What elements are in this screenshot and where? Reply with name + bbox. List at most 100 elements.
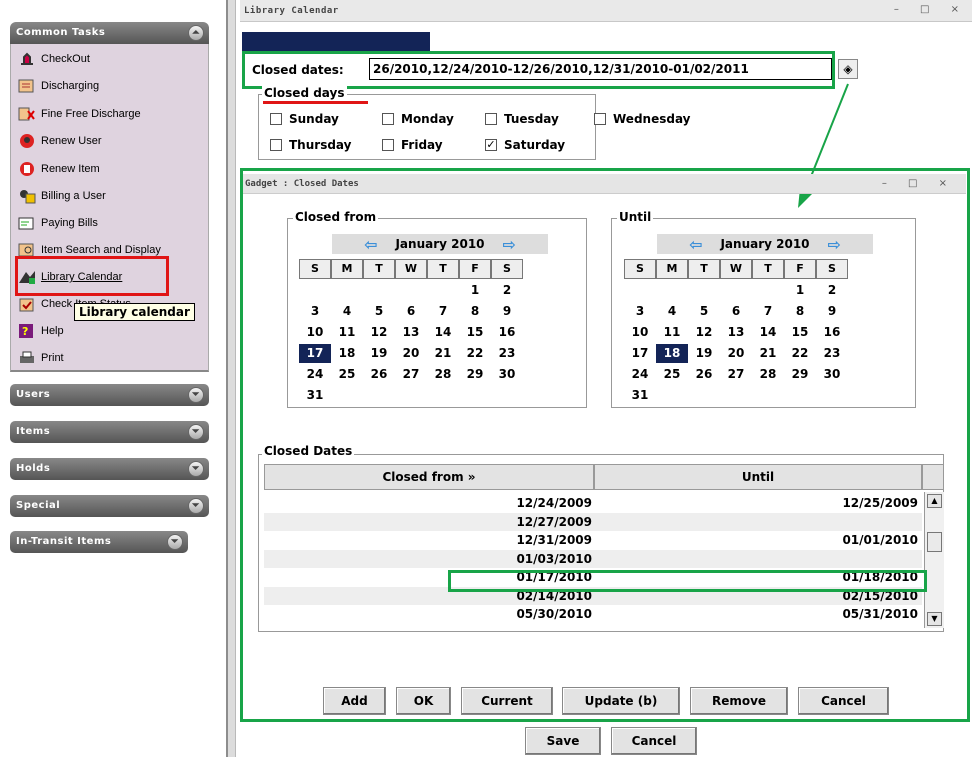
checkbox-box[interactable] (270, 139, 282, 151)
prev-month-icon[interactable]: ⇦ (364, 235, 377, 254)
prev-month-icon[interactable]: ⇦ (689, 235, 702, 254)
calendar-day[interactable]: 27 (720, 365, 752, 384)
next-month-icon[interactable]: ⇨ (503, 235, 516, 254)
expand-icon[interactable]: ⏷ (188, 424, 204, 440)
calendar-day[interactable]: 2 (491, 281, 523, 300)
calendar-day[interactable]: 23 (491, 344, 523, 363)
add-button[interactable]: Add (323, 687, 386, 715)
calendar-day[interactable]: 5 (688, 302, 720, 321)
checkbox-saturday[interactable]: ✓ Saturday (485, 138, 565, 152)
calendar-day[interactable]: 4 (331, 302, 363, 321)
calendar-day[interactable]: 25 (656, 365, 688, 384)
calendar-day[interactable]: 14 (427, 323, 459, 342)
calendar-day[interactable]: 3 (624, 302, 656, 321)
calendar-day[interactable]: 2 (816, 281, 848, 300)
scroll-down-icon[interactable]: ▼ (927, 612, 942, 626)
calendar-day[interactable]: 22 (784, 344, 816, 363)
calendar-day[interactable]: 12 (363, 323, 395, 342)
calendar-day[interactable]: 21 (752, 344, 784, 363)
section-special[interactable]: Special ⏷ (10, 495, 209, 517)
calendar-day[interactable]: 6 (395, 302, 427, 321)
calendar-day[interactable]: 1 (784, 281, 816, 300)
checkbox-box[interactable] (270, 113, 282, 125)
checkbox-box[interactable] (382, 139, 394, 151)
task-discharging[interactable]: Discharging (18, 75, 99, 97)
table-row[interactable]: 01/03/2010 (264, 549, 922, 568)
scroll-thumb[interactable] (927, 532, 942, 552)
calendar-day[interactable]: 19 (688, 344, 720, 363)
calendar-day[interactable]: 25 (331, 365, 363, 384)
diamond-gadget-icon[interactable]: ◈ (838, 59, 858, 79)
calendar-day[interactable]: 10 (299, 323, 331, 342)
checkbox-friday[interactable]: Friday (382, 138, 443, 152)
calendar-day[interactable]: 29 (459, 365, 491, 384)
calendar-day[interactable]: 16 (816, 323, 848, 342)
task-renew-user[interactable]: Renew User (18, 130, 102, 152)
calendar-day[interactable]: 5 (363, 302, 395, 321)
update-button[interactable]: Update (b) (562, 687, 680, 715)
expand-icon[interactable]: ⏷ (167, 534, 183, 550)
calendar-day[interactable]: 22 (459, 344, 491, 363)
checkbox-wednesday[interactable]: Wednesday (594, 112, 691, 126)
calendar-day[interactable]: 7 (427, 302, 459, 321)
calendar-day[interactable]: 1 (459, 281, 491, 300)
calendar-day[interactable]: 9 (816, 302, 848, 321)
calendar-day[interactable]: 20 (720, 344, 752, 363)
calendar-day[interactable]: 11 (331, 323, 363, 342)
calendar-day[interactable]: 29 (784, 365, 816, 384)
calendar-day[interactable]: 15 (784, 323, 816, 342)
calendar-day[interactable]: 12 (688, 323, 720, 342)
table-row[interactable]: 12/27/2009 (264, 512, 922, 531)
calendar-day[interactable]: 30 (816, 365, 848, 384)
calendar-day[interactable]: 8 (784, 302, 816, 321)
task-checkout[interactable]: CheckOut (18, 48, 90, 70)
calendar-day[interactable]: 10 (624, 323, 656, 342)
calendar-day[interactable]: 31 (299, 386, 331, 405)
gadget-cancel-button[interactable]: Cancel (798, 687, 889, 715)
check-icon[interactable]: ✓ (485, 139, 497, 151)
section-items[interactable]: Items ⏷ (10, 421, 209, 443)
collapse-icon[interactable]: ⏶ (188, 25, 204, 41)
section-holds[interactable]: Holds ⏷ (10, 458, 209, 480)
calendar-day[interactable]: 18 (331, 344, 363, 363)
task-renew-item[interactable]: Renew Item (18, 158, 100, 180)
scroll-up-icon[interactable]: ▲ (927, 494, 942, 508)
expand-icon[interactable]: ⏷ (188, 498, 204, 514)
task-paying-bills[interactable]: Paying Bills (18, 212, 98, 234)
calendar-day[interactable]: 13 (395, 323, 427, 342)
task-print[interactable]: Print (18, 347, 64, 369)
calendar-day[interactable]: 6 (720, 302, 752, 321)
checkbox-box[interactable] (382, 113, 394, 125)
table-scrollbar[interactable]: ▲ ▼ (924, 492, 944, 628)
calendar-day[interactable]: 21 (427, 344, 459, 363)
calendar-day[interactable]: 26 (363, 365, 395, 384)
calendar-day[interactable]: 26 (688, 365, 720, 384)
current-button[interactable]: Current (461, 687, 553, 715)
calendar-day[interactable]: 11 (656, 323, 688, 342)
calendar-day[interactable]: 19 (363, 344, 395, 363)
checkbox-monday[interactable]: Monday (382, 112, 454, 126)
section-in-transit[interactable]: In-Transit Items ⏷ (10, 531, 188, 553)
calendar-day[interactable]: 13 (720, 323, 752, 342)
task-fine-free-discharge[interactable]: Fine Free Discharge (18, 103, 141, 125)
table-row[interactable]: 12/31/2009 01/01/2010 (264, 531, 922, 549)
calendar-day[interactable]: 4 (656, 302, 688, 321)
calendar-day[interactable]: 14 (752, 323, 784, 342)
task-help[interactable]: ? Help (18, 320, 64, 342)
calendar-day[interactable]: 24 (624, 365, 656, 384)
calendar-day[interactable]: 23 (816, 344, 848, 363)
checkbox-tuesday[interactable]: Tuesday (485, 112, 559, 126)
calendar-day[interactable]: 9 (491, 302, 523, 321)
calendar-day[interactable]: 3 (299, 302, 331, 321)
table-row[interactable]: 12/24/2009 12/25/2009 (264, 494, 922, 512)
expand-icon[interactable]: ⏷ (188, 387, 204, 403)
task-billing-user[interactable]: Billing a User (18, 185, 106, 207)
calendar-day[interactable]: 17 (624, 344, 656, 363)
calendar-day[interactable]: 7 (752, 302, 784, 321)
checkbox-box[interactable] (594, 113, 606, 125)
checkbox-sunday[interactable]: Sunday (270, 112, 339, 126)
checkbox-thursday[interactable]: Thursday (270, 138, 351, 152)
calendar-day[interactable]: 30 (491, 365, 523, 384)
window-controls[interactable]: – □ × (894, 4, 968, 15)
sidebar-splitter[interactable] (226, 0, 236, 757)
